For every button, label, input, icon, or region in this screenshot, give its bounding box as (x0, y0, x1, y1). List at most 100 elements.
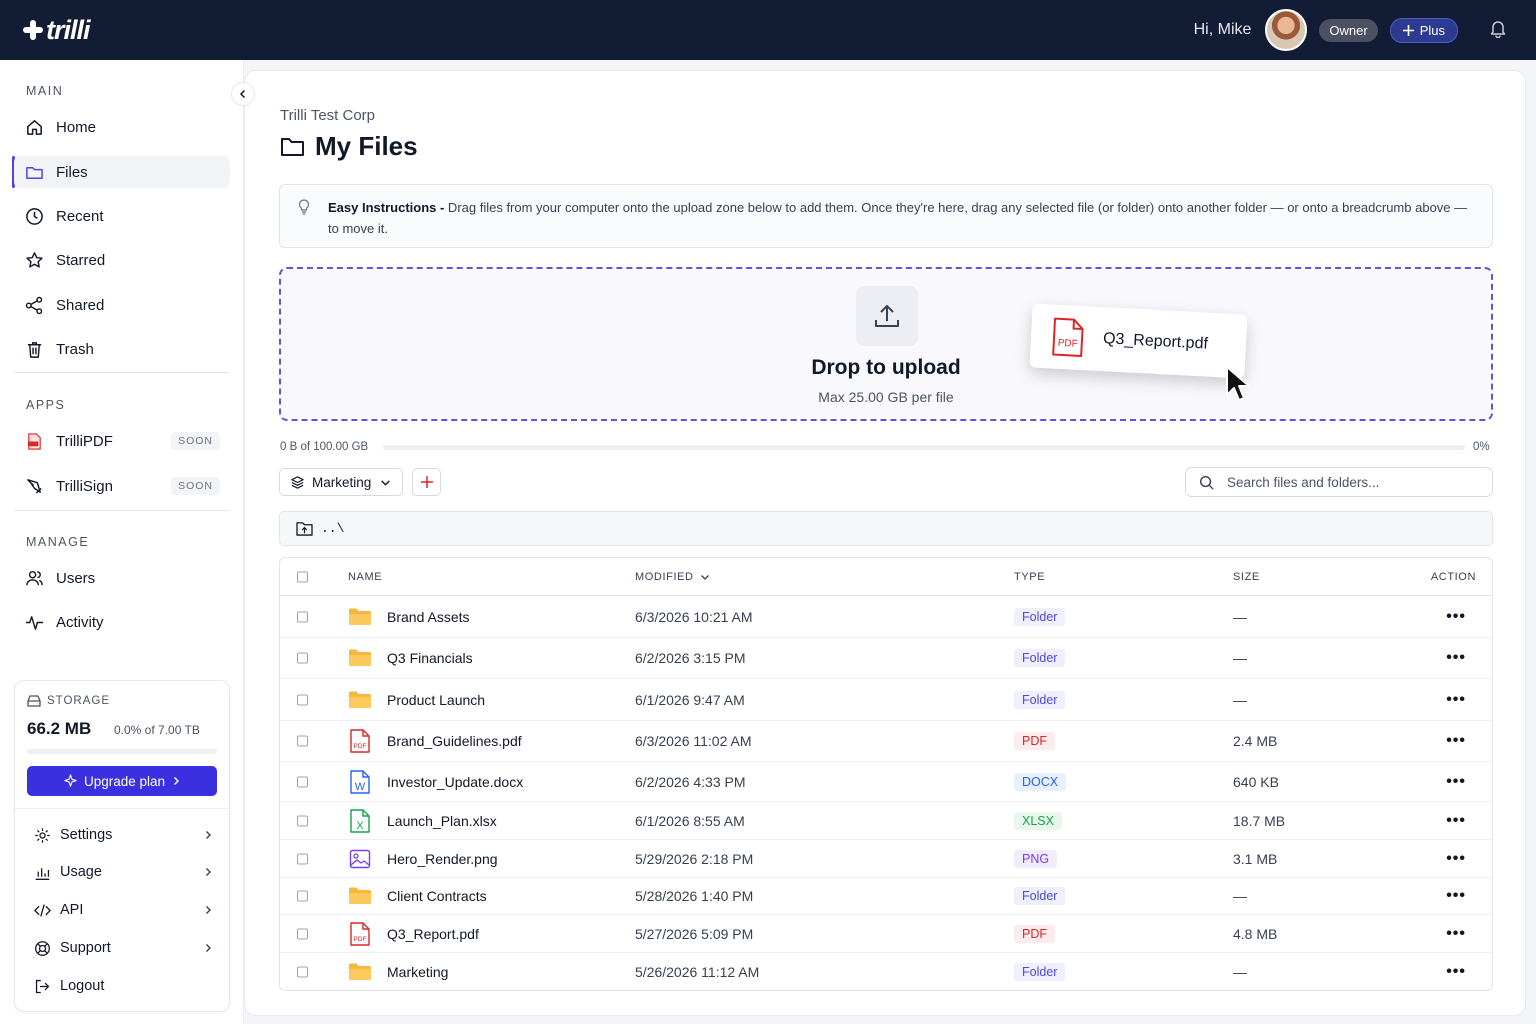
dragging-file-name: Q3_Report.pdf (1102, 330, 1209, 353)
signature-icon (24, 476, 44, 496)
search-input[interactable] (1227, 474, 1467, 490)
sidebar-item-files[interactable]: Files (14, 156, 230, 188)
sidebar-item-trillipdf[interactable]: TrilliPDF SOON (14, 425, 230, 457)
sidebar-item-trash[interactable]: Trash (14, 333, 230, 365)
more-actions-icon[interactable]: ••• (1446, 963, 1466, 981)
row-checkbox[interactable] (297, 611, 308, 622)
upgrade-plan-button[interactable]: Upgrade plan (27, 766, 217, 796)
size-cell: — (1233, 964, 1247, 980)
file-name-cell[interactable]: PDF Q3_Report.pdf (348, 921, 479, 946)
menu-item-support[interactable]: Support (33, 933, 213, 963)
storage-percent-text: 0.0% of 7.00 TB (114, 723, 200, 737)
column-header-modified[interactable]: MODIFIED (635, 571, 710, 583)
sparkle-icon (64, 773, 77, 787)
row-checkbox[interactable] (297, 735, 308, 747)
column-header-size[interactable]: SIZE (1233, 571, 1260, 583)
breadcrumb-org[interactable]: Trilli Test Corp (280, 107, 375, 124)
chevron-right-icon (206, 906, 211, 914)
row-checkbox[interactable] (297, 853, 308, 864)
file-name-cell[interactable]: X Launch_Plan.xlsx (348, 808, 497, 833)
role-badge: Owner (1319, 18, 1378, 42)
select-all-checkbox[interactable] (297, 571, 308, 582)
row-checkbox[interactable] (297, 890, 308, 902)
table-row[interactable]: Q3 Financials 6/2/2026 3:15 PM Folder — ••• (280, 638, 1492, 679)
file-name: Investor_Update.docx (387, 773, 524, 790)
column-header-name[interactable]: NAME (348, 571, 382, 583)
row-checkbox[interactable] (297, 928, 308, 939)
file-name: Marketing (387, 964, 449, 980)
more-actions-icon[interactable]: ••• (1446, 649, 1466, 667)
table-row[interactable]: Hero_Render.png 5/29/2026 2:18 PM PNG 3.1 M… (280, 840, 1492, 878)
file-name-cell[interactable]: PDF Brand_Guidelines.pdf (348, 729, 522, 753)
file-name-cell[interactable]: W Investor_Update.docx (348, 769, 524, 794)
lightbulb-icon (298, 199, 310, 215)
row-checkbox[interactable] (297, 966, 308, 978)
table-row[interactable]: Client Contracts 5/28/2026 1:40 PM Folder —… (280, 878, 1492, 915)
modified-cell: 6/3/2026 11:02 AM (635, 733, 752, 749)
table-row[interactable]: PDF Brand_Guidelines.pdf 6/3/2026 11:02 AM… (280, 721, 1492, 762)
sidebar-item-starred[interactable]: Starred (14, 244, 230, 276)
sidebar-item-label: Users (56, 569, 96, 587)
more-actions-icon[interactable]: ••• (1446, 812, 1466, 830)
table-row[interactable]: PDF Q3_Report.pdf 5/27/2026 5:09 PM PDF 4.8 … (280, 915, 1492, 953)
more-actions-icon[interactable]: ••• (1446, 732, 1466, 750)
file-name: Q3 Financials (387, 650, 473, 666)
size-cell: 4.8 MB (1233, 925, 1278, 942)
sidebar-item-recent[interactable]: Recent (14, 200, 230, 232)
sidebar-item-activity[interactable]: Activity (14, 606, 230, 638)
menu-item-usage[interactable]: Usage (33, 857, 213, 887)
plan-badge[interactable]: Plus (1389, 17, 1458, 43)
folder-icon (348, 605, 372, 629)
table-row[interactable]: Brand Assets 6/3/2026 10:21 AM Folder — ••• (280, 596, 1492, 638)
sidebar-item-label: Starred (56, 251, 106, 269)
table-row[interactable]: W Investor_Update.docx 6/2/2026 4:33 PM DOC… (280, 762, 1492, 802)
sidebar-item-trillisign[interactable]: TrilliSign SOON (14, 470, 230, 502)
app-logo[interactable]: trilli (22, 15, 91, 46)
section-label-apps: APPS (26, 398, 66, 412)
collapse-sidebar-button[interactable] (231, 82, 255, 106)
column-header-type[interactable]: TYPE (1014, 571, 1045, 583)
sidebar-item-shared[interactable]: Shared (14, 289, 230, 321)
row-checkbox[interactable] (297, 776, 308, 787)
row-checkbox[interactable] (297, 815, 308, 826)
modified-cell: 6/2/2026 3:15 PM (635, 650, 746, 666)
svg-text:PDF: PDF (1057, 338, 1078, 350)
chevron-down-icon (381, 479, 391, 486)
menu-item-settings[interactable]: Settings (33, 820, 213, 850)
table-row[interactable]: Product Launch 6/1/2026 9:47 AM Folder — ••• (280, 679, 1492, 721)
search-box[interactable] (1185, 467, 1493, 497)
menu-item-logout[interactable]: Logout (33, 971, 213, 1001)
more-actions-icon[interactable]: ••• (1446, 850, 1466, 868)
users-icon (24, 568, 44, 588)
more-actions-icon[interactable]: ••• (1446, 691, 1466, 709)
folder-select[interactable]: Marketing (279, 468, 403, 496)
dropzone-title: Drop to upload (811, 356, 961, 379)
more-actions-icon[interactable]: ••• (1446, 773, 1466, 791)
file-name-cell[interactable]: Client Contracts (348, 884, 487, 908)
parent-directory-row[interactable]: ..\ (279, 511, 1493, 546)
table-row[interactable]: X Launch_Plan.xlsx 6/1/2026 8:55 AM XLSX 18.… (280, 802, 1492, 840)
sidebar-item-home[interactable]: Home (14, 111, 230, 143)
hard-drive-icon (27, 695, 41, 707)
file-name-cell[interactable]: Brand Assets (348, 605, 470, 629)
sort-chevron-down-icon (700, 574, 709, 580)
more-actions-icon[interactable]: ••• (1446, 608, 1466, 626)
sidebar-item-users[interactable]: Users (14, 562, 230, 594)
row-checkbox[interactable] (297, 652, 308, 664)
quota-progress-bar (383, 445, 1465, 450)
file-name-cell[interactable]: Hero_Render.png (348, 847, 498, 871)
sidebar-item-label: Activity (56, 613, 104, 631)
file-name-cell[interactable]: Product Launch (348, 688, 485, 712)
add-folder-button[interactable] (412, 468, 441, 496)
row-checkbox[interactable] (297, 694, 308, 705)
svg-text:PDF: PDF (354, 936, 367, 943)
more-actions-icon[interactable]: ••• (1446, 925, 1466, 943)
bell-icon[interactable] (1488, 18, 1508, 43)
file-name-cell[interactable]: Q3 Financials (348, 646, 473, 670)
table-row[interactable]: Marketing 5/26/2026 11:12 AM Folder — ••• (280, 953, 1492, 990)
menu-item-api[interactable]: API (33, 895, 213, 925)
more-actions-icon[interactable]: ••• (1446, 887, 1466, 905)
file-name-cell[interactable]: Marketing (348, 960, 448, 984)
upload-dropzone[interactable]: Drop to upload Max 25.00 GB per file PDF… (279, 267, 1493, 421)
avatar[interactable] (1265, 9, 1308, 51)
